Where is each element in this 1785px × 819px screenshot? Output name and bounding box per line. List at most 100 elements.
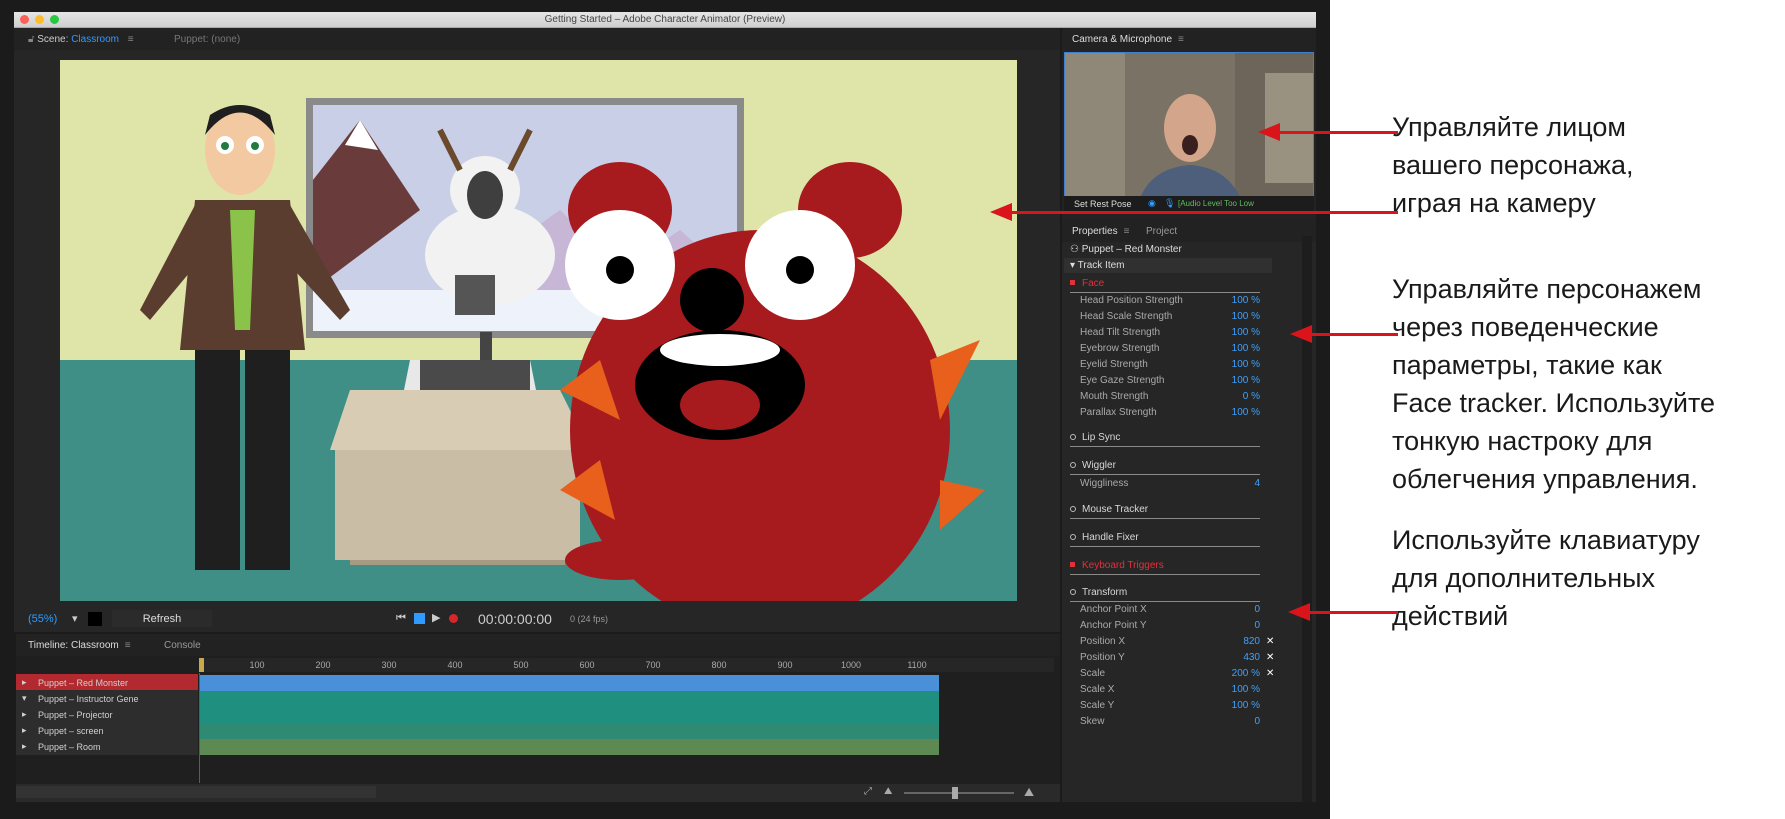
timeline-ruler[interactable]: 100 200 300 400 500 600 700 800 900 1000 1100: [199, 658, 1054, 672]
property-value[interactable]: 0 %: [1243, 391, 1260, 402]
property-value[interactable]: 100 %: [1232, 359, 1260, 370]
timeline-footer: ⤢ ⛰ ⛰: [16, 784, 1060, 802]
behavior-toggle-icon[interactable]: [1070, 506, 1076, 512]
track-clip[interactable]: [199, 723, 939, 739]
track-clip[interactable]: [199, 739, 939, 755]
annotation-line: Face tracker. Используйте: [1392, 388, 1716, 418]
property-label: Position Y: [1080, 652, 1125, 663]
panel-menu-icon[interactable]: ≡: [128, 34, 134, 45]
horizontal-scrollbar[interactable]: [16, 786, 376, 798]
zoom-out-icon[interactable]: ⛰: [884, 786, 892, 797]
property-value[interactable]: 4: [1254, 478, 1260, 489]
refresh-button[interactable]: Refresh: [112, 610, 212, 627]
zoom-level[interactable]: (55%): [28, 613, 57, 625]
zoom-in-icon[interactable]: ⛰: [1024, 785, 1034, 800]
track-row[interactable]: ▸ Puppet – Room: [16, 738, 1060, 756]
ruler-tick-label: 600: [579, 660, 595, 670]
tab-camera-microphone[interactable]: Camera & Microphone ≡: [1072, 34, 1184, 45]
property-value[interactable]: 0: [1254, 620, 1260, 631]
track-clip[interactable]: [199, 691, 939, 707]
property-label: Scale Y: [1080, 700, 1115, 711]
track-label[interactable]: ▾ Puppet – Instructor Gene: [16, 690, 198, 707]
track-label[interactable]: ▸ Puppet – screen: [16, 722, 198, 739]
track-name: Puppet – Room: [38, 742, 101, 752]
panel-menu-icon[interactable]: ≡: [1124, 226, 1130, 237]
tab-project[interactable]: Project: [1146, 226, 1177, 237]
close-icon[interactable]: ✕: [1266, 636, 1274, 647]
behavior-active-icon[interactable]: [1070, 562, 1075, 567]
window-title: Getting Started – Adobe Character Animat…: [544, 14, 786, 25]
behavior-toggle-icon[interactable]: [1070, 434, 1076, 440]
track-label[interactable]: ▸ Puppet – Red Monster: [16, 674, 198, 691]
behavior-section[interactable]: Mouse Tracker: [1070, 504, 1260, 519]
camera-toggle-icon[interactable]: ◉: [1148, 198, 1156, 209]
panel-menu-icon[interactable]: ≡: [125, 640, 131, 651]
property-value[interactable]: 100 %: [1232, 327, 1260, 338]
zoom-fit-icon[interactable]: ⤢: [864, 786, 872, 797]
fps-readout: 0 (24 fps): [570, 614, 609, 624]
tab-timeline[interactable]: Timeline: Classroom ≡: [28, 640, 131, 651]
tab-console[interactable]: Console: [164, 640, 201, 651]
property-value[interactable]: 100 %: [1232, 295, 1260, 306]
property-value[interactable]: 820: [1243, 636, 1260, 647]
property-value[interactable]: 430: [1243, 652, 1260, 663]
close-icon[interactable]: ✕: [1266, 668, 1274, 679]
record-icon[interactable]: [449, 614, 458, 623]
behavior-toggle-icon[interactable]: [1070, 462, 1076, 468]
close-icon[interactable]: ✕: [1266, 652, 1274, 663]
behavior-active-icon[interactable]: [1070, 280, 1075, 285]
behavior-toggle-icon[interactable]: [1070, 534, 1076, 540]
property-value[interactable]: 100 %: [1232, 311, 1260, 322]
property-value[interactable]: 200 %: [1232, 668, 1260, 679]
zoom-slider-thumb[interactable]: [952, 787, 958, 799]
tab-properties[interactable]: Properties ≡: [1072, 226, 1129, 237]
behavior-section[interactable]: Wiggler: [1070, 460, 1260, 475]
behavior-section[interactable]: Handle Fixer: [1070, 532, 1260, 547]
tab-scene[interactable]: 🔓︎ Scene: Classroom ≡: [28, 34, 134, 45]
stop-icon[interactable]: [414, 613, 425, 624]
playhead-marker[interactable]: [199, 658, 204, 672]
zoom-slider[interactable]: [904, 792, 1014, 794]
property-value[interactable]: 100 %: [1232, 343, 1260, 354]
tab-puppet[interactable]: Puppet: (none): [174, 34, 240, 45]
property-label: Eyebrow Strength: [1080, 343, 1160, 354]
annotation-line: играя на камеру: [1392, 188, 1596, 218]
annotation-text: Управляйте персонажем через поведенческие…: [1392, 270, 1715, 498]
property-value[interactable]: 100 %: [1232, 407, 1260, 418]
title-bar: Getting Started – Adobe Character Animat…: [14, 12, 1316, 28]
set-rest-pose-button[interactable]: Set Rest Pose: [1074, 199, 1132, 209]
track-item-header[interactable]: ▾ Track Item: [1064, 258, 1272, 273]
background-color-swatch[interactable]: [88, 612, 102, 626]
track-label[interactable]: ▸ Puppet – Projector: [16, 706, 198, 723]
go-to-start-icon[interactable]: ⏮︎: [396, 612, 406, 625]
chevron-right-icon[interactable]: ▸: [22, 741, 27, 752]
property-value[interactable]: 0: [1254, 604, 1260, 615]
chevron-right-icon[interactable]: ▸: [22, 709, 27, 720]
track-label[interactable]: ▸ Puppet – Room: [16, 738, 198, 755]
property-value[interactable]: 100 %: [1232, 684, 1260, 695]
chevron-down-icon[interactable]: ▾: [22, 693, 27, 704]
play-icon[interactable]: ▶︎: [432, 611, 440, 624]
behavior-title: Transform: [1082, 587, 1128, 598]
track-clip[interactable]: [199, 675, 939, 691]
puppet-title: ⚇ Puppet – Red Monster: [1070, 244, 1182, 255]
scene-stage[interactable]: [60, 60, 1017, 601]
annotation-line: через поведенческие: [1392, 312, 1659, 342]
behavior-section[interactable]: Transform: [1070, 587, 1260, 602]
annotation-line: облегчения управления.: [1392, 464, 1698, 494]
behavior-toggle-icon[interactable]: [1070, 589, 1076, 595]
chevron-down-icon[interactable]: ▾: [72, 612, 78, 625]
behavior-section[interactable]: Lip Sync: [1070, 432, 1260, 447]
chevron-right-icon[interactable]: ▸: [22, 677, 27, 688]
property-value[interactable]: 100 %: [1232, 375, 1260, 386]
property-label: Eye Gaze Strength: [1080, 375, 1165, 386]
chevron-right-icon[interactable]: ▸: [22, 725, 27, 736]
property-value[interactable]: 0: [1254, 716, 1260, 727]
behavior-section[interactable]: Face: [1070, 278, 1260, 293]
track-clip[interactable]: [199, 707, 939, 723]
behavior-section[interactable]: Keyboard Triggers: [1070, 560, 1260, 575]
property-value[interactable]: 100 %: [1232, 700, 1260, 711]
microphone-icon[interactable]: 🎙︎: [1164, 198, 1175, 209]
vertical-scrollbar[interactable]: [1302, 236, 1312, 802]
panel-menu-icon[interactable]: ≡: [1178, 34, 1184, 45]
